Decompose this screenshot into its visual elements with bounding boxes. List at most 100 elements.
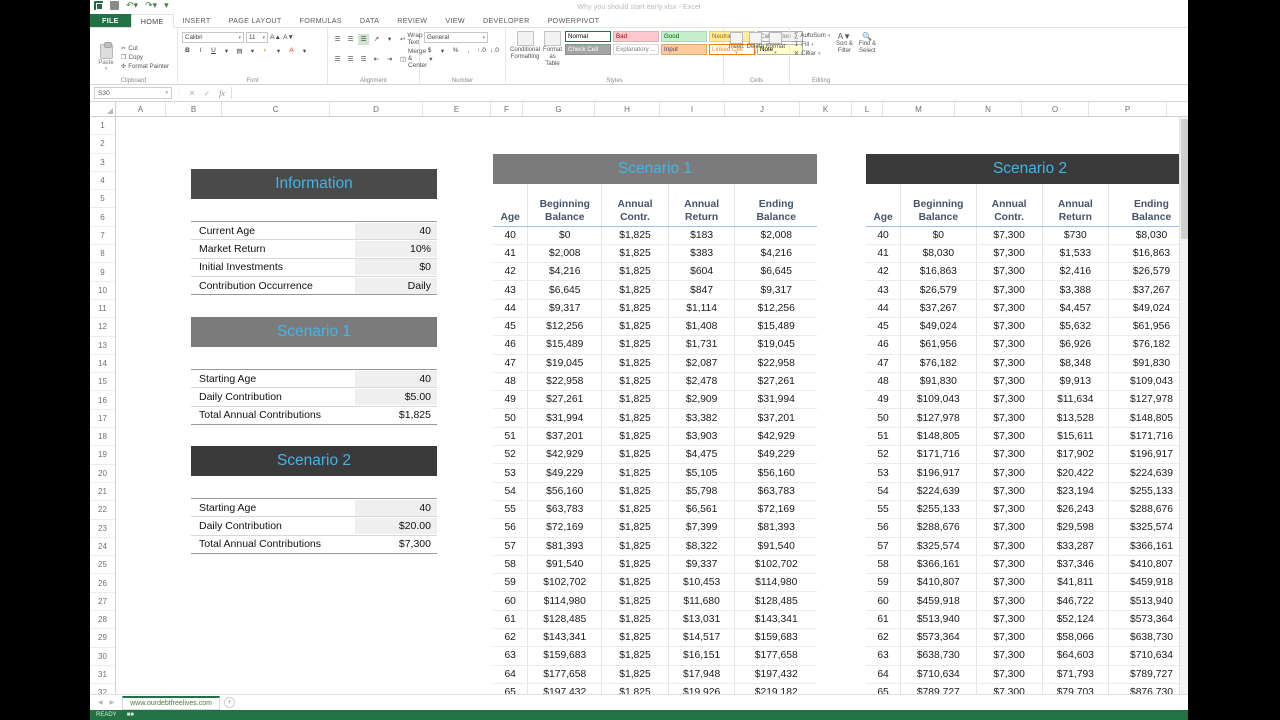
table-cell[interactable]: $1,825: [601, 244, 669, 264]
table-row[interactable]: 55 $255,133 $7,300 $26,243 $288,676: [866, 500, 1188, 520]
table-cell[interactable]: $72,169: [734, 500, 817, 520]
table-cell[interactable]: 47: [493, 354, 529, 373]
row-header-5[interactable]: 5: [90, 190, 115, 209]
table-cell[interactable]: $1,825: [601, 226, 669, 245]
cell-style-input[interactable]: Input: [661, 44, 708, 55]
table-row[interactable]: 42 $4,216 $1,825 $604 $6,645: [493, 262, 817, 282]
table-cell[interactable]: $91,830: [1108, 354, 1188, 373]
font-name-input[interactable]: Calibri ▾: [182, 32, 244, 43]
table-cell[interactable]: $7,300: [976, 518, 1043, 538]
chevron-down-icon[interactable]: ▾: [482, 35, 485, 41]
row-header-32[interactable]: 32: [90, 684, 115, 694]
align-middle-button[interactable]: ☰: [345, 34, 356, 45]
chevron-down-icon[interactable]: ▾: [811, 42, 814, 48]
table-cell[interactable]: $7,300: [976, 244, 1043, 264]
table-cell[interactable]: $15,489: [527, 335, 603, 355]
column-header-p[interactable]: P: [1089, 102, 1167, 116]
tab-review[interactable]: REVIEW: [388, 14, 436, 27]
table-cell[interactable]: $1,825: [601, 299, 669, 318]
table-row[interactable]: 52 $171,716 $7,300 $17,902 $196,917: [866, 445, 1188, 465]
chevron-down-icon[interactable]: ▾: [818, 51, 821, 57]
font-size-input[interactable]: 11 ▾: [246, 32, 268, 43]
row-header-8[interactable]: 8: [90, 245, 115, 264]
table-cell[interactable]: $7,300: [976, 646, 1043, 666]
table-cell[interactable]: $1,825: [601, 408, 669, 428]
cell-style-check-cell[interactable]: Check Cell: [565, 44, 612, 55]
table-cell[interactable]: $366,161: [900, 555, 977, 575]
table-cell[interactable]: $148,805: [900, 427, 977, 447]
table-cell[interactable]: $710,634: [1108, 646, 1188, 666]
table-cell[interactable]: $12,256: [734, 299, 817, 318]
table-row[interactable]: 45 $12,256 $1,825 $1,408 $15,489: [493, 317, 817, 337]
tab-powerpivot[interactable]: POWERPIVOT: [539, 14, 609, 27]
tab-formulas[interactable]: FORMULAS: [291, 14, 351, 27]
table-cell[interactable]: $128,485: [527, 610, 603, 630]
align-center-button[interactable]: ☰: [345, 53, 356, 64]
table-cell[interactable]: $1,731: [668, 335, 736, 355]
table-row[interactable]: 43 $6,645 $1,825 $847 $9,317: [493, 280, 817, 300]
row-header-23[interactable]: 23: [90, 519, 115, 538]
row-header-7[interactable]: 7: [90, 226, 115, 246]
table-cell[interactable]: $27,261: [527, 390, 603, 410]
chevron-down-icon[interactable]: ▾: [273, 45, 284, 56]
table-cell[interactable]: $16,863: [900, 262, 977, 282]
table-cell[interactable]: $143,341: [527, 628, 603, 648]
table-cell[interactable]: $7,300: [976, 280, 1043, 300]
table-cell[interactable]: 59: [866, 573, 902, 593]
table-row[interactable]: 50 $31,994 $1,825 $3,382 $37,201: [493, 408, 817, 428]
table-cell[interactable]: $1,825: [601, 500, 669, 520]
column-header-m[interactable]: M: [883, 102, 955, 116]
ribbon-tabs[interactable]: FILE HOME INSERT PAGE LAYOUT FORMULAS DA…: [90, 14, 1188, 28]
table-cell[interactable]: $2,478: [668, 372, 736, 392]
table-cell[interactable]: $91,540: [734, 537, 817, 556]
table-row[interactable]: 64 $177,658 $1,825 $17,948 $197,432: [493, 665, 817, 684]
previous-sheet-icon[interactable]: ◀: [98, 699, 103, 706]
tab-view[interactable]: VIEW: [436, 14, 474, 27]
table-row[interactable]: 62 $143,341 $1,825 $14,517 $159,683: [493, 628, 817, 648]
paste-button[interactable]: Paste ▾: [94, 30, 118, 85]
table-cell[interactable]: $224,639: [900, 482, 977, 501]
table-cell[interactable]: $127,978: [900, 408, 977, 428]
scrollbar-thumb[interactable]: [1181, 119, 1188, 239]
table-cell[interactable]: 49: [866, 390, 902, 410]
table-cell[interactable]: $730: [1042, 226, 1109, 245]
table-cell[interactable]: 40: [493, 226, 529, 245]
table-cell[interactable]: 57: [493, 537, 529, 556]
table-cell[interactable]: $102,702: [527, 573, 603, 593]
table-row[interactable]: 51 $37,201 $1,825 $3,903 $42,929: [493, 427, 817, 447]
tab-data[interactable]: DATA: [351, 14, 388, 27]
table-row[interactable]: 50 $127,978 $7,300 $13,528 $148,805: [866, 408, 1188, 428]
table-cell[interactable]: 64: [493, 665, 529, 684]
table-cell[interactable]: $3,382: [668, 408, 736, 428]
row-header-28[interactable]: 28: [90, 611, 115, 630]
cut-button[interactable]: ✂ Cut: [121, 45, 169, 52]
table-row[interactable]: 59 $102,702 $1,825 $10,453 $114,980: [493, 573, 817, 593]
table-cell[interactable]: $219,182: [734, 683, 817, 694]
sort-filter-button[interactable]: A▼ Sort & Filter: [834, 32, 854, 57]
table-cell[interactable]: $1,825: [601, 573, 669, 593]
table-cell[interactable]: 43: [866, 280, 902, 300]
table-cell[interactable]: 54: [493, 482, 529, 501]
select-all-button[interactable]: [90, 102, 116, 116]
increase-decimal-button[interactable]: ↑.0: [476, 45, 487, 56]
table-cell[interactable]: 57: [866, 537, 902, 556]
orientation-button[interactable]: ↗: [371, 34, 382, 45]
table-cell[interactable]: $1,825: [601, 317, 669, 337]
sheet-tab-active[interactable]: www.ourdebtfreelives.com: [122, 695, 220, 710]
quick-access-toolbar[interactable]: ↶▾ ↷▾ ▾: [94, 1, 169, 10]
number-format-select[interactable]: General ▾: [424, 32, 488, 43]
table-cell[interactable]: 46: [493, 335, 529, 355]
table-cell[interactable]: $7,300: [976, 427, 1043, 447]
table-row[interactable]: 60 $114,980 $1,825 $11,680 $128,485: [493, 591, 817, 611]
table-cell[interactable]: $8,030: [900, 244, 977, 264]
table-cell[interactable]: $9,317: [527, 299, 603, 318]
table-row[interactable]: 63 $159,683 $1,825 $16,151 $177,658: [493, 646, 817, 666]
table-cell[interactable]: $177,658: [734, 646, 817, 666]
table-cell[interactable]: $2,008: [527, 244, 603, 264]
table-cell[interactable]: $177,658: [527, 665, 603, 684]
column-header-o[interactable]: O: [1022, 102, 1089, 116]
table-cell[interactable]: 41: [493, 244, 529, 264]
table-cell[interactable]: 42: [493, 262, 529, 282]
table-cell[interactable]: $37,267: [900, 299, 977, 318]
table-cell[interactable]: $26,579: [1108, 262, 1188, 282]
